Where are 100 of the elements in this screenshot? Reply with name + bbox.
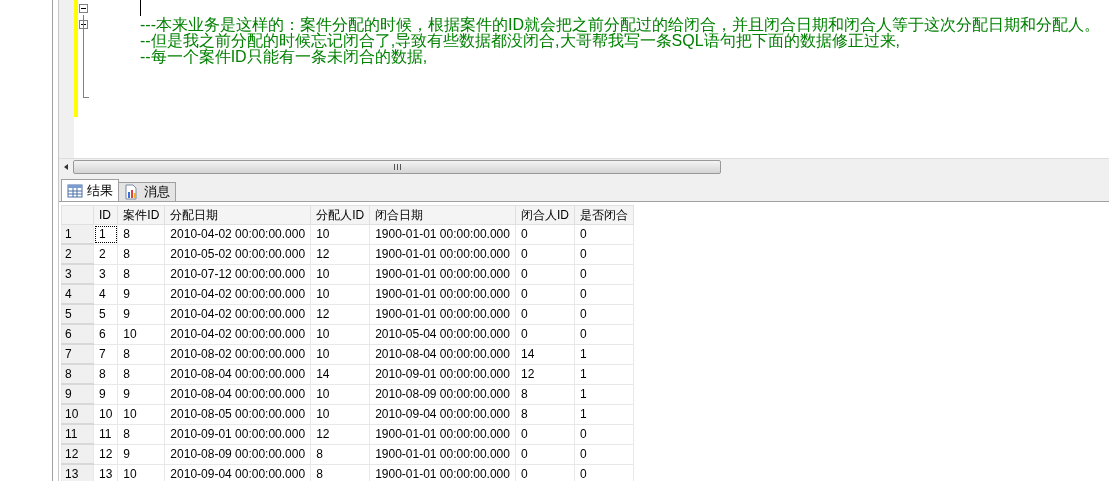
table-cell: 0	[574, 244, 634, 264]
row-header[interactable]: 12	[61, 444, 94, 464]
result-tab[interactable]: 结果	[61, 179, 119, 201]
table-cell: 2010-04-02 00:00:00.000	[164, 284, 311, 304]
table-cell: 9	[117, 284, 165, 304]
table-cell: 10	[310, 344, 370, 364]
table-cell: 14	[310, 364, 370, 384]
table-cell: 1900-01-01 00:00:00.000	[369, 444, 516, 464]
code-comment: --但是我之前分配的时候忘记闭合了,导致有些数据都没闭合,大哥帮我写一条SQL语句把下面的数据修正过来,	[140, 32, 900, 49]
table-cell: 8	[310, 444, 370, 464]
row-header[interactable]: 8	[61, 364, 94, 384]
table-cell: 8	[515, 404, 575, 424]
table-cell: 3	[93, 264, 118, 284]
table-cell: 10	[93, 404, 118, 424]
table-cell: 8	[515, 384, 575, 404]
table-cell: 0	[515, 324, 575, 344]
collapse-icon[interactable]	[79, 4, 88, 13]
table-cell: 1900-01-01 00:00:00.000	[369, 264, 516, 284]
column-header[interactable]: 闭合人ID	[515, 205, 575, 225]
table-cell: 10	[117, 324, 165, 344]
table-cell: 2010-04-02 00:00:00.000	[164, 324, 311, 344]
row-header[interactable]: 4	[61, 284, 94, 304]
row-header[interactable]: 11	[61, 424, 94, 444]
table-cell: 0	[515, 304, 575, 324]
table-cell: 2010-05-02 00:00:00.000	[164, 244, 311, 264]
table-cell: 8	[117, 244, 165, 264]
column-header[interactable]: ID	[93, 205, 118, 225]
result-tab[interactable]: 消息	[118, 182, 176, 201]
table-cell: 10	[310, 224, 370, 244]
table-cell: 10	[310, 264, 370, 284]
table-cell: 2010-08-09 00:00:00.000	[369, 384, 516, 404]
code-comment: --每一个案件ID只能有一条未闭合的数据,	[140, 48, 428, 65]
table-cell: 12	[93, 444, 118, 464]
table-cell: 0	[574, 264, 634, 284]
table-cell: 10	[117, 404, 165, 424]
table-cell: 11	[93, 424, 118, 444]
table-cell: 8	[117, 364, 165, 384]
text-cursor	[140, 0, 141, 16]
table-cell: 10	[310, 404, 370, 424]
horizontal-scrollbar[interactable]	[59, 158, 1109, 174]
table-cell: 2010-09-01 00:00:00.000	[369, 364, 516, 384]
scroll-thumb[interactable]	[73, 159, 721, 174]
table-cell: 2010-08-04 00:00:00.000	[164, 384, 311, 404]
table-cell: 8	[117, 224, 165, 244]
table-cell: 0	[574, 424, 634, 444]
table-cell: 4	[93, 284, 118, 304]
table-cell: 2010-04-02 00:00:00.000	[164, 304, 311, 324]
table-cell: 2	[93, 244, 118, 264]
row-header[interactable]: 6	[61, 324, 94, 344]
table-cell: 0	[515, 424, 575, 444]
column-header[interactable]: 分配日期	[164, 205, 311, 225]
table-cell: 0	[574, 284, 634, 304]
table-cell: 2010-04-02 00:00:00.000	[164, 224, 311, 244]
table-cell: 2010-08-09 00:00:00.000	[164, 444, 311, 464]
table-cell: 1	[574, 404, 634, 424]
table-cell: 8	[93, 364, 118, 384]
column-header[interactable]: 案件ID	[117, 205, 165, 225]
table-cell: 0	[515, 444, 575, 464]
table-cell: 2010-08-04 00:00:00.000	[164, 364, 311, 384]
row-header[interactable]: 1	[61, 224, 94, 244]
table-cell: 12	[310, 424, 370, 444]
table-cell: 0	[515, 224, 575, 244]
table-cell: 1900-01-01 00:00:00.000	[369, 304, 516, 324]
table-cell: 1900-01-01 00:00:00.000	[369, 424, 516, 444]
row-header[interactable]: 5	[61, 304, 94, 324]
table-cell: 10	[310, 384, 370, 404]
row-header[interactable]: 2	[61, 244, 94, 264]
table-cell: 1900-01-01 00:00:00.000	[369, 224, 516, 244]
column-header[interactable]: 是否闭合	[574, 205, 634, 225]
table-cell: 0	[574, 304, 634, 324]
table-cell: 9	[117, 444, 165, 464]
row-header[interactable]: 9	[61, 384, 94, 404]
table-cell: 5	[93, 304, 118, 324]
table-cell: 0	[515, 284, 575, 304]
table-cell: 12	[310, 244, 370, 264]
table-cell: 0	[574, 224, 634, 244]
table-cell: 12	[515, 364, 575, 384]
table-cell: 2010-09-04 00:00:00.000	[369, 404, 516, 424]
table-cell: 0	[574, 444, 634, 464]
row-header[interactable]: 3	[61, 264, 94, 284]
table-cell: 8	[117, 264, 165, 284]
table-cell: 1900-01-01 00:00:00.000	[369, 284, 516, 304]
table-cell: 12	[310, 304, 370, 324]
row-header[interactable]: 7	[61, 344, 94, 364]
column-header[interactable]: 闭合日期	[369, 205, 516, 225]
table-cell: 9	[93, 384, 118, 404]
grid-icon	[67, 183, 83, 198]
table-cell: 2010-05-04 00:00:00.000	[369, 324, 516, 344]
table-cell: 8	[117, 424, 165, 444]
table-cell: 2010-08-05 00:00:00.000	[164, 404, 311, 424]
table-cell: 10	[310, 324, 370, 344]
table-cell: 1900-01-01 00:00:00.000	[369, 244, 516, 264]
table-cell: 10	[310, 284, 370, 304]
table-cell: 2010-08-02 00:00:00.000	[164, 344, 311, 364]
column-header[interactable]: 分配人ID	[310, 205, 370, 225]
table-cell: 2010-07-12 00:00:00.000	[164, 264, 311, 284]
row-header[interactable]: 10	[61, 404, 94, 424]
message-icon	[124, 184, 140, 200]
table-cell: 1	[574, 384, 634, 404]
collapse-icon[interactable]	[79, 20, 88, 29]
